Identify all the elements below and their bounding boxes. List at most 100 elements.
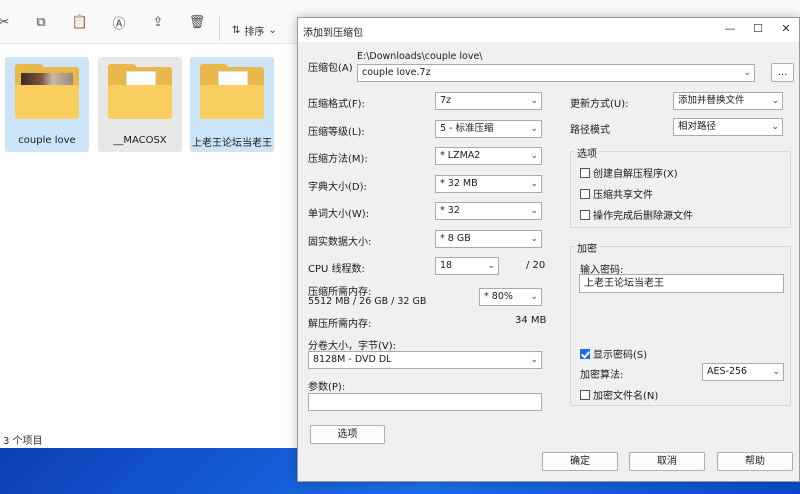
path-mode-select[interactable]: 相对路径 ⌄: [673, 118, 783, 136]
encrypt-names-label: 加密文件名(N): [593, 391, 659, 402]
paste-icon[interactable]: 📋: [72, 14, 88, 30]
maximize-icon[interactable]: ☐: [751, 22, 765, 36]
chevron-down-icon: ⌄: [530, 179, 538, 189]
encryption-method-select[interactable]: AES-256 ⌄: [702, 363, 784, 381]
decompress-memory-value: 34 MB: [515, 315, 547, 326]
chevron-down-icon: ⌄: [771, 96, 779, 106]
password-input[interactable]: 上老王论坛当老王: [579, 274, 784, 293]
threads-label: CPU 线程数:: [308, 264, 365, 275]
chevron-down-icon: ⌄: [771, 122, 779, 132]
split-value: 8128M - DVD DL: [313, 354, 392, 365]
dialog-title: 添加到压缩包: [303, 28, 363, 39]
options-group-title: 选项: [575, 145, 599, 160]
file-name: 上老王论坛当老王: [192, 138, 272, 149]
encrypt-names-checkbox[interactable]: 加密文件名(N): [580, 387, 658, 402]
format-select[interactable]: 7z ⌄: [435, 92, 542, 110]
copy-icon[interactable]: ⧉: [33, 14, 49, 30]
delete-after-checkbox[interactable]: 操作完成后删除源文件: [580, 207, 693, 222]
item-count: 3 个项目: [3, 436, 43, 447]
chevron-down-icon: ⌄: [530, 355, 538, 365]
memory-select[interactable]: * 80% ⌄: [479, 288, 542, 306]
path-mode-label: 路径模式: [570, 125, 610, 136]
sort-label: 排序: [244, 26, 265, 38]
options-button[interactable]: 选项: [310, 425, 385, 444]
chevron-down-icon: ⌄: [530, 151, 538, 161]
checkbox-box[interactable]: [580, 167, 590, 178]
folder-icon: [15, 64, 79, 119]
shared-files-label: 压缩共享文件: [593, 190, 653, 201]
split-select[interactable]: 8128M - DVD DL ⌄: [308, 351, 542, 369]
archive-name-value: couple love.7z: [362, 67, 431, 78]
word-select[interactable]: * 32 ⌄: [435, 202, 542, 220]
checkbox-checked[interactable]: [580, 348, 590, 359]
format-value: 7z: [440, 95, 452, 106]
sfx-checkbox[interactable]: 创建自解压程序(X): [580, 165, 678, 180]
checkbox-box[interactable]: [580, 389, 590, 400]
dict-select[interactable]: * 32 MB ⌄: [435, 175, 542, 193]
level-label: 压缩等级(L):: [308, 127, 365, 138]
file-name: __MACOSX: [113, 135, 167, 146]
checkbox-box[interactable]: [580, 209, 590, 220]
folder-icon: [200, 64, 264, 119]
chevron-down-icon: ⌄: [530, 206, 538, 216]
sfx-label: 创建自解压程序(X): [593, 169, 678, 180]
folder-icon: [108, 64, 172, 119]
rename-icon[interactable]: Ⓐ: [111, 14, 127, 32]
ok-button[interactable]: 确定: [542, 452, 618, 471]
archive-path: E:\Downloads\couple love\: [357, 51, 483, 62]
update-value: 添加并替换文件: [678, 95, 745, 106]
minimize-icon[interactable]: —: [723, 22, 737, 36]
file-item-couple-love[interactable]: couple love: [5, 57, 89, 152]
update-label: 更新方式(U):: [570, 99, 629, 110]
word-label: 单词大小(W):: [308, 209, 370, 220]
dict-value: * 32 MB: [440, 178, 478, 189]
file-item-laowang[interactable]: 上老王论坛当老王: [190, 57, 274, 152]
share-icon[interactable]: ⇪: [150, 14, 166, 30]
chevron-down-icon: ⌄: [530, 124, 538, 134]
threads-total: / 20: [526, 260, 546, 271]
solid-label: 固实数据大小:: [308, 237, 372, 248]
dialog-titlebar[interactable]: 添加到压缩包 — ☐ ✕: [298, 18, 799, 42]
solid-select[interactable]: * 8 GB ⌄: [435, 230, 542, 248]
chevron-down-icon: ⌄: [530, 292, 538, 302]
shared-files-checkbox[interactable]: 压缩共享文件: [580, 186, 653, 201]
threads-select[interactable]: 18 ⌄: [435, 257, 499, 275]
toolbar-divider: [219, 17, 220, 41]
chevron-down-icon: ⌄: [772, 367, 780, 377]
close-icon[interactable]: ✕: [779, 22, 793, 36]
method-label: 压缩方法(M):: [308, 154, 368, 165]
level-select[interactable]: 5 - 标准压缩 ⌄: [435, 120, 542, 138]
checkbox-box[interactable]: [580, 188, 590, 199]
params-label: 参数(P):: [308, 382, 346, 393]
archive-name-combo[interactable]: couple love.7z ⌄: [357, 64, 755, 82]
update-select[interactable]: 添加并替换文件 ⌄: [673, 92, 783, 110]
delete-icon[interactable]: 🗑: [189, 14, 206, 30]
show-password-label: 显示密码(S): [593, 350, 648, 361]
sort-icon: ⇅: [232, 24, 241, 36]
memory-value: * 80%: [484, 291, 513, 302]
params-input[interactable]: [308, 393, 542, 411]
sort-button[interactable]: ⇅ 排序 ⌄: [232, 22, 277, 38]
path-mode-value: 相对路径: [678, 121, 717, 132]
cancel-button[interactable]: 取消: [629, 452, 705, 471]
cut-icon[interactable]: ✂: [0, 14, 12, 30]
file-name: couple love: [18, 135, 76, 146]
file-item-macosx[interactable]: __MACOSX: [98, 57, 182, 152]
help-button[interactable]: 帮助: [717, 452, 793, 471]
encryption-method-value: AES-256: [707, 366, 748, 377]
threads-value: 18: [440, 260, 453, 271]
format-label: 压缩格式(F):: [308, 99, 365, 110]
delete-after-label: 操作完成后删除源文件: [593, 211, 693, 222]
chevron-down-icon: ⌄: [268, 24, 277, 36]
dict-label: 字典大小(D):: [308, 182, 367, 193]
add-to-archive-dialog: 添加到压缩包 — ☐ ✕ 压缩包(A) E:\Downloads\couple …: [297, 17, 800, 482]
browse-button[interactable]: ...: [771, 63, 794, 82]
archive-label: 压缩包(A): [308, 63, 353, 74]
show-password-checkbox[interactable]: 显示密码(S): [580, 346, 647, 361]
word-value: * 32: [440, 205, 460, 216]
memory-detail: 5512 MB / 26 GB / 32 GB: [308, 296, 427, 307]
method-value: * LZMA2: [440, 150, 481, 161]
decompress-memory-label: 解压所需内存:: [308, 319, 372, 330]
solid-value: * 8 GB: [440, 233, 471, 244]
method-select[interactable]: * LZMA2 ⌄: [435, 147, 542, 165]
